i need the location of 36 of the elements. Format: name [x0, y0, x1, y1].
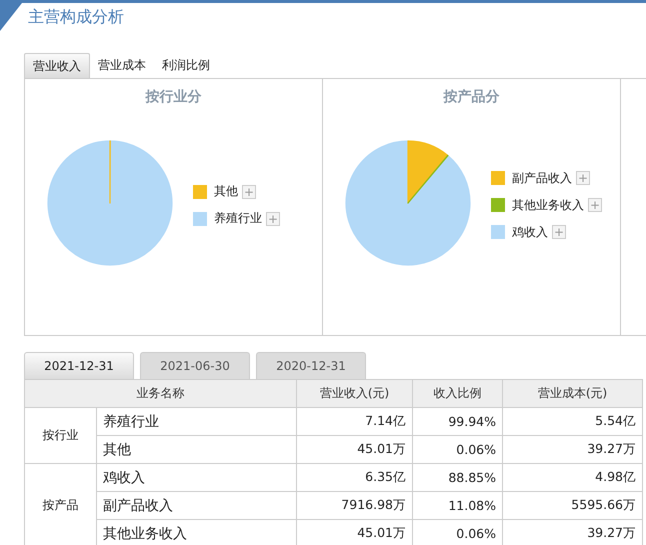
- table-cell: 副产品收入: [96, 492, 296, 520]
- table-cell: 鸡收入: [96, 464, 296, 492]
- table-cell: 7916.98万: [296, 492, 412, 520]
- table-cell: 4.98亿: [502, 464, 642, 492]
- chart-title: 按产品分: [444, 88, 500, 106]
- chart-title: 按行业分: [146, 88, 202, 106]
- legend-label: 副产品收入: [512, 170, 572, 186]
- legend-label: 其他: [214, 183, 238, 200]
- table-cell: 6.35亿: [296, 464, 412, 492]
- column-header: 收入比例: [412, 380, 502, 408]
- legend-label: 其他业务收入: [512, 196, 584, 214]
- table-cell: 5595.66万: [502, 492, 642, 520]
- section-title: 主营构成分析: [28, 7, 124, 28]
- table-cell: 5.54亿: [502, 408, 642, 436]
- column-header: 业务名称: [24, 380, 296, 408]
- tab[interactable]: 营业收入: [24, 53, 90, 78]
- date-tab[interactable]: 2021-12-31: [24, 352, 134, 379]
- table-cell: 其他: [96, 436, 296, 464]
- table-cell: 0.06%: [412, 436, 502, 464]
- group-cell: 按产品: [24, 464, 96, 545]
- table-cell: 99.94%: [412, 408, 502, 436]
- column-header: 营业成本(元): [502, 380, 642, 408]
- legend-label: 养殖行业: [214, 210, 262, 227]
- table-cell: 39.27万: [502, 436, 642, 464]
- date-tab[interactable]: 2021-06-30: [140, 352, 250, 379]
- table-cell: 养殖行业: [96, 408, 296, 436]
- date-tab[interactable]: 2020-12-31: [256, 352, 366, 379]
- table-cell: 11.08%: [412, 492, 502, 520]
- table-cell: 7.14亿: [296, 408, 412, 436]
- table-cell: 88.85%: [412, 464, 502, 492]
- legend-label: 鸡收入: [512, 224, 548, 240]
- column-header: 营业收入(元): [296, 380, 412, 408]
- tab[interactable]: 营业成本: [90, 53, 154, 78]
- tab[interactable]: 利润比例: [154, 53, 218, 78]
- group-cell: 按行业: [24, 408, 96, 464]
- table-cell: 45.01万: [296, 436, 412, 464]
